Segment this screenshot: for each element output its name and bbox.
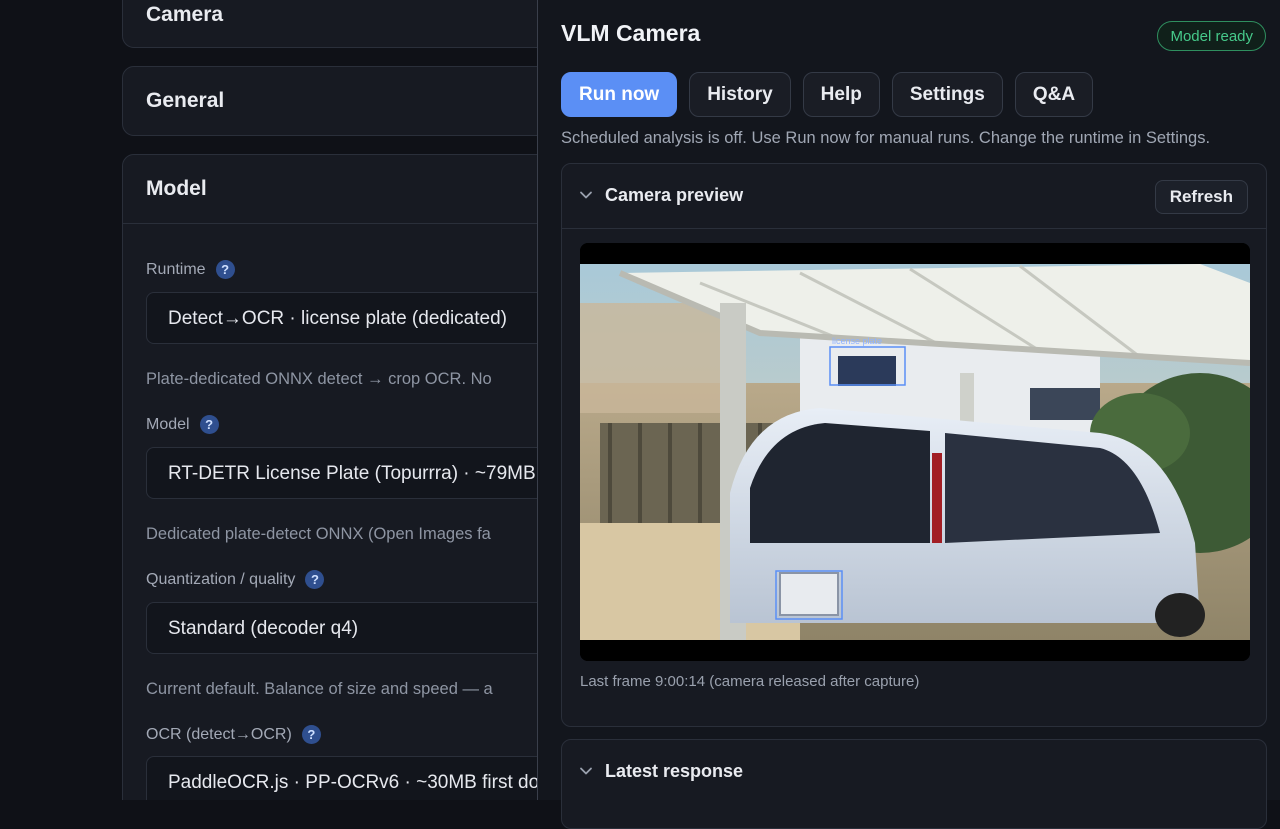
general-section-title: General <box>146 89 225 112</box>
settings-column: Camera General Model Runtime ? Detect→OC… <box>0 0 537 800</box>
camera-preview-section: Camera preview Refresh license plate Las… <box>561 163 1267 727</box>
model-label-text: Model <box>146 415 190 433</box>
refresh-button[interactable]: Refresh <box>1154 180 1248 214</box>
tab-help[interactable]: Help <box>802 72 880 117</box>
tab-history[interactable]: History <box>689 72 791 117</box>
camera-preview-header[interactable]: Camera preview Refresh <box>562 164 1266 228</box>
model-label: Model ? <box>146 415 219 434</box>
quantization-help-icon[interactable]: ? <box>305 570 325 589</box>
model-hint: Dedicated plate-detect ONNX (Open Images… <box>146 525 491 543</box>
quantization-hint: Current default. Balance of size and spe… <box>146 680 493 698</box>
quantization-label: Quantization / quality ? <box>146 570 325 589</box>
model-select[interactable]: RT-DETR License Plate (Topurrra) · ~79MB <box>146 447 537 499</box>
camera-frame-image: license plate <box>580 243 1250 661</box>
last-frame-caption: Last frame 9:00:14 (camera released afte… <box>580 673 920 690</box>
camera-section[interactable]: Camera <box>122 0 537 48</box>
camera-preview-title: Camera preview <box>605 185 744 205</box>
model-section-title: Model <box>146 177 207 200</box>
divider <box>562 228 1266 229</box>
tab-qa[interactable]: Q&A <box>1014 72 1094 117</box>
latest-response-section: Latest response <box>561 739 1267 829</box>
quantization-select[interactable]: Standard (decoder q4) <box>146 602 537 654</box>
general-section[interactable]: General <box>122 66 537 136</box>
divider <box>123 223 537 224</box>
runtime-label: Runtime ? <box>146 260 235 279</box>
model-help-icon[interactable]: ? <box>199 415 219 434</box>
latest-response-title: Latest response <box>605 761 744 781</box>
run-now-button[interactable]: Run now <box>561 72 678 117</box>
vlm-camera-panel: VLM Camera Model ready Run now History H… <box>537 0 1280 829</box>
camera-frame: license plate <box>580 243 1250 661</box>
runtime-help-icon[interactable]: ? <box>215 260 235 279</box>
ocr-label: OCR (detect→OCR) ? <box>146 725 321 744</box>
runtime-hint: Plate-dedicated ONNX detect → crop OCR. … <box>146 370 492 388</box>
schedule-notice: Scheduled analysis is off. Use Run now f… <box>561 129 1211 147</box>
runtime-select[interactable]: Detect→OCR · license plate (dedicated) <box>146 292 537 344</box>
tab-settings[interactable]: Settings <box>891 72 1003 117</box>
model-section: Model Runtime ? Detect→OCR · license pla… <box>122 154 537 800</box>
ocr-select[interactable]: PaddleOCR.js · PP-OCRv6 · ~30MB first do <box>146 756 537 800</box>
panel-title: VLM Camera <box>561 20 701 46</box>
quantization-label-text: Quantization / quality <box>146 570 296 588</box>
model-status-badge: Model ready <box>1157 21 1266 51</box>
ocr-label-text: OCR (detect→OCR) <box>146 725 292 743</box>
camera-section-title: Camera <box>146 3 224 26</box>
chevron-down-icon <box>580 191 592 199</box>
detection-label: license plate <box>832 336 882 346</box>
runtime-label-text: Runtime <box>146 260 206 278</box>
action-tabs: Run now History Help Settings Q&A <box>561 72 1094 117</box>
latest-response-header[interactable]: Latest response <box>562 740 1266 804</box>
chevron-down-icon <box>580 767 592 775</box>
ocr-help-icon[interactable]: ? <box>301 725 321 744</box>
